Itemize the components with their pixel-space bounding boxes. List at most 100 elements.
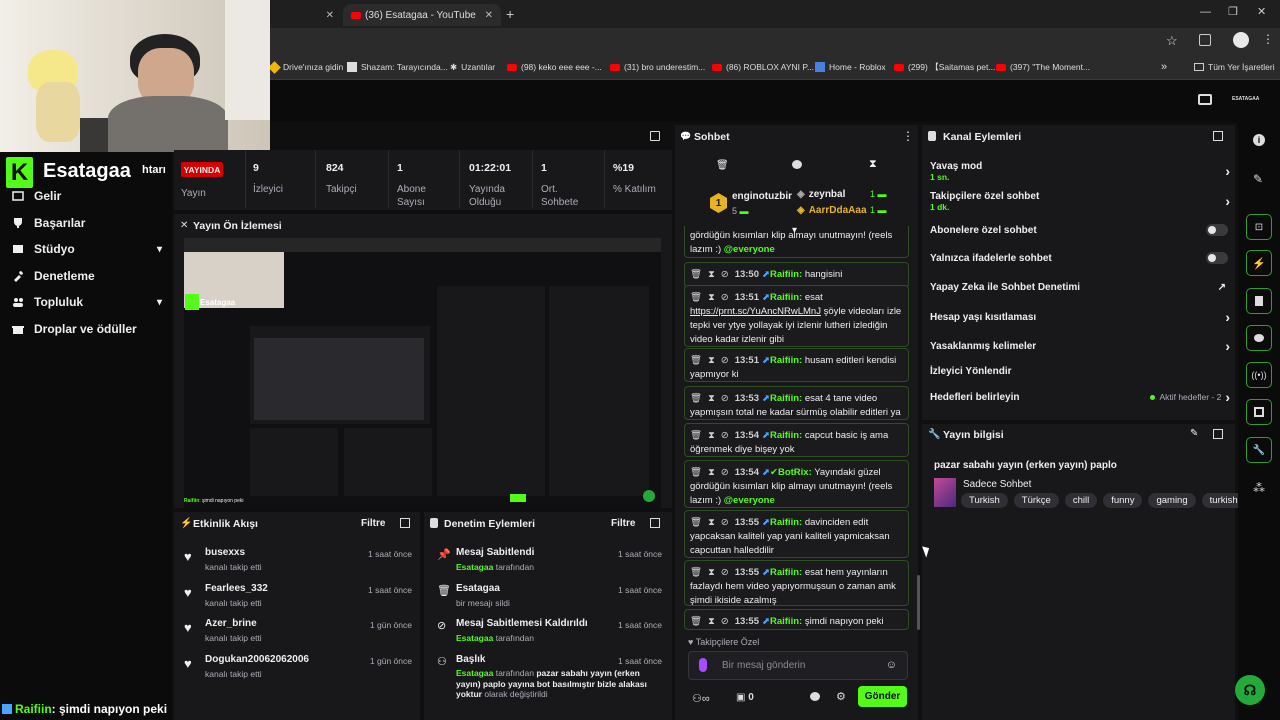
sidebar-item-gelir[interactable]: Gelir [12,186,61,206]
sidebar-item-denetleme[interactable]: Denetleme [12,266,95,286]
delete-icon[interactable]: 🗑 [690,392,702,406]
rail-button-layout[interactable] [1246,399,1272,425]
bookmark-item[interactable]: (86) ROBLOX AYNI P... [712,59,814,75]
delete-icon[interactable]: 🗑 [690,429,702,443]
bookmark-item[interactable]: (98) keko eee eee -... [507,59,602,75]
sidebar-item-droplar[interactable]: Droplar ve ödüller [12,319,137,339]
ban-icon[interactable]: ⊘ [721,615,729,629]
timeout-icon[interactable]: ⧗ [708,466,715,480]
help-chat-icon[interactable]: ☊ [1235,675,1265,705]
chat-user[interactable]: Raifiin [770,269,799,280]
bookmark-item[interactable]: Home - Roblox [815,59,886,75]
browser-tab-prev[interactable]: ✕ [272,4,342,26]
more-bookmarks-icon[interactable]: » [1161,59,1167,75]
timeout-icon[interactable]: ⧗ [708,392,715,406]
delete-icon[interactable]: 🗑 [690,268,702,282]
pencil-icon[interactable]: ✎ [1253,172,1263,186]
sidebar-item-studyo[interactable]: Stüdyo ▾ [12,239,162,259]
chat-user[interactable]: Raifiin [770,292,799,303]
activity-user[interactable]: Azer_brine [205,618,257,629]
profile-avatar[interactable] [1233,32,1249,48]
bookmark-item[interactable]: (397) "The Moment... [996,59,1090,75]
minimize-icon[interactable]: — [1200,6,1211,18]
followers-only-row[interactable]: Takipçilere özel sohbet 1 dk. › [930,188,1230,214]
category-thumbnail[interactable] [934,478,956,507]
close-tab-icon[interactable]: ✕ [485,10,493,21]
rail-button-broadcast[interactable]: ((•)) [1246,362,1272,388]
activity-user[interactable]: Dogukan20062062006 [205,654,309,665]
chat-user[interactable]: Raifiin [770,567,799,578]
timeout-icon[interactable]: ⧗ [708,566,715,580]
timeout-icon[interactable]: ⧗ [708,268,715,282]
close-window-icon[interactable]: ✕ [1257,5,1266,18]
chat-user[interactable]: Raifiin [770,393,799,404]
popout-icon[interactable] [650,131,660,141]
activity-user[interactable]: busexxs [205,547,245,558]
chat-scrollbar[interactable] [917,575,920,630]
delete-icon[interactable]: 🗑 [690,615,702,629]
send-button[interactable]: Gönder [858,686,907,707]
chat-link[interactable]: https://prnt.sc/YuAncNRwLMnJ [690,306,821,317]
delete-icon[interactable]: 🗑 [690,466,702,480]
rail-button-notes[interactable] [1246,288,1272,314]
emote-only-toggle[interactable] [1206,252,1228,264]
info-icon[interactable]: i [1253,134,1265,146]
all-bookmarks[interactable]: Tüm Yer İşaretleri [1194,59,1275,75]
rail-button-tools[interactable]: 🔧 [1246,437,1272,463]
leader-name[interactable]: enginotuzbir [732,191,792,202]
ban-icon[interactable]: ⊘ [721,429,729,443]
mod-by[interactable]: Esatagaa [456,562,493,572]
chat-input[interactable]: Bir mesaj gönderin ☺ [688,651,908,680]
emoji-icon[interactable]: ☺ [886,659,897,671]
delete-icon[interactable]: 🗑 [690,516,702,530]
extensions-icon[interactable] [1199,34,1211,46]
speech-icon[interactable] [810,692,820,701]
moderation-filter-button[interactable]: Filtre [611,518,635,529]
mod-by[interactable]: Esatagaa [456,668,493,678]
user-name[interactable]: ESATAGAA [1232,96,1259,102]
banned-words-row[interactable]: Yasaklanmış kelimeler › [930,336,1230,356]
tag[interactable]: Turkish [961,493,1008,508]
ban-icon[interactable]: ⊘ [721,268,729,282]
subscribers-only-toggle[interactable] [1206,224,1228,236]
tag[interactable]: gaming [1148,493,1196,508]
mic-icon[interactable] [699,658,707,672]
redirect-row[interactable]: İzleyici Yönlendir [930,361,1230,381]
new-tab-icon[interactable]: + [506,6,514,22]
popout-icon[interactable] [1213,429,1223,439]
menu-icon[interactable]: ⋮ [1262,32,1274,46]
trash-icon[interactable]: 🗑 [716,160,729,171]
chat-user[interactable]: Raifiin [770,355,799,366]
gifter-name[interactable]: zeynbal [809,189,846,200]
goals-row[interactable]: Hedefleri belirleyin Aktif hedefler - 2 › [930,387,1230,407]
delete-icon[interactable]: 🗑 [690,354,702,368]
bookmark-item[interactable]: Drive'ınıza gidin [268,59,343,75]
browser-tab-active[interactable]: (36) Esatagaa - YouTube ✕ [343,4,501,26]
chat-user[interactable]: BotRix [778,467,809,478]
timeout-icon[interactable]: ⧗ [708,615,715,629]
ai-moderation-row[interactable]: Yapay Zeka ile Sohbet Denetimi ↗ [930,277,1230,297]
chat-user[interactable]: Raifiin [770,517,799,528]
activity-user[interactable]: Fearlees_332 [205,583,268,594]
popout-icon[interactable] [400,518,410,528]
rail-button-crop[interactable]: ⊡ [1246,214,1272,240]
ban-icon[interactable]: ⊘ [721,566,729,580]
delete-icon[interactable]: 🗑 [690,566,702,580]
tag[interactable]: Türkçe [1013,493,1059,508]
bookmark-item[interactable]: Shazam: Tarayıcında... [347,59,448,75]
ban-icon[interactable]: ⊘ [721,466,729,480]
ban-icon[interactable]: ⊘ [721,392,729,406]
kick-logo[interactable]: K [6,157,33,188]
rail-button-chat[interactable] [1246,325,1272,351]
slow-mode-row[interactable]: Yavaş mod 1 sn. › [930,158,1230,184]
close-preview-icon[interactable]: ✕ [180,220,188,231]
edit-icon[interactable]: ✎ [1190,428,1198,439]
hourglass-icon[interactable]: ⧗ [869,158,877,171]
delete-icon[interactable]: 🗑 [690,291,702,305]
ban-icon[interactable]: ⊘ [721,516,729,530]
tag[interactable]: chill [1064,493,1098,508]
stream-manager-icon[interactable] [1198,94,1212,105]
sidebar-item-topluluk[interactable]: Topluluk ▾ [12,292,162,312]
activity-filter-button[interactable]: Filtre [361,518,385,529]
chat-user[interactable]: Raifiin [770,616,799,627]
